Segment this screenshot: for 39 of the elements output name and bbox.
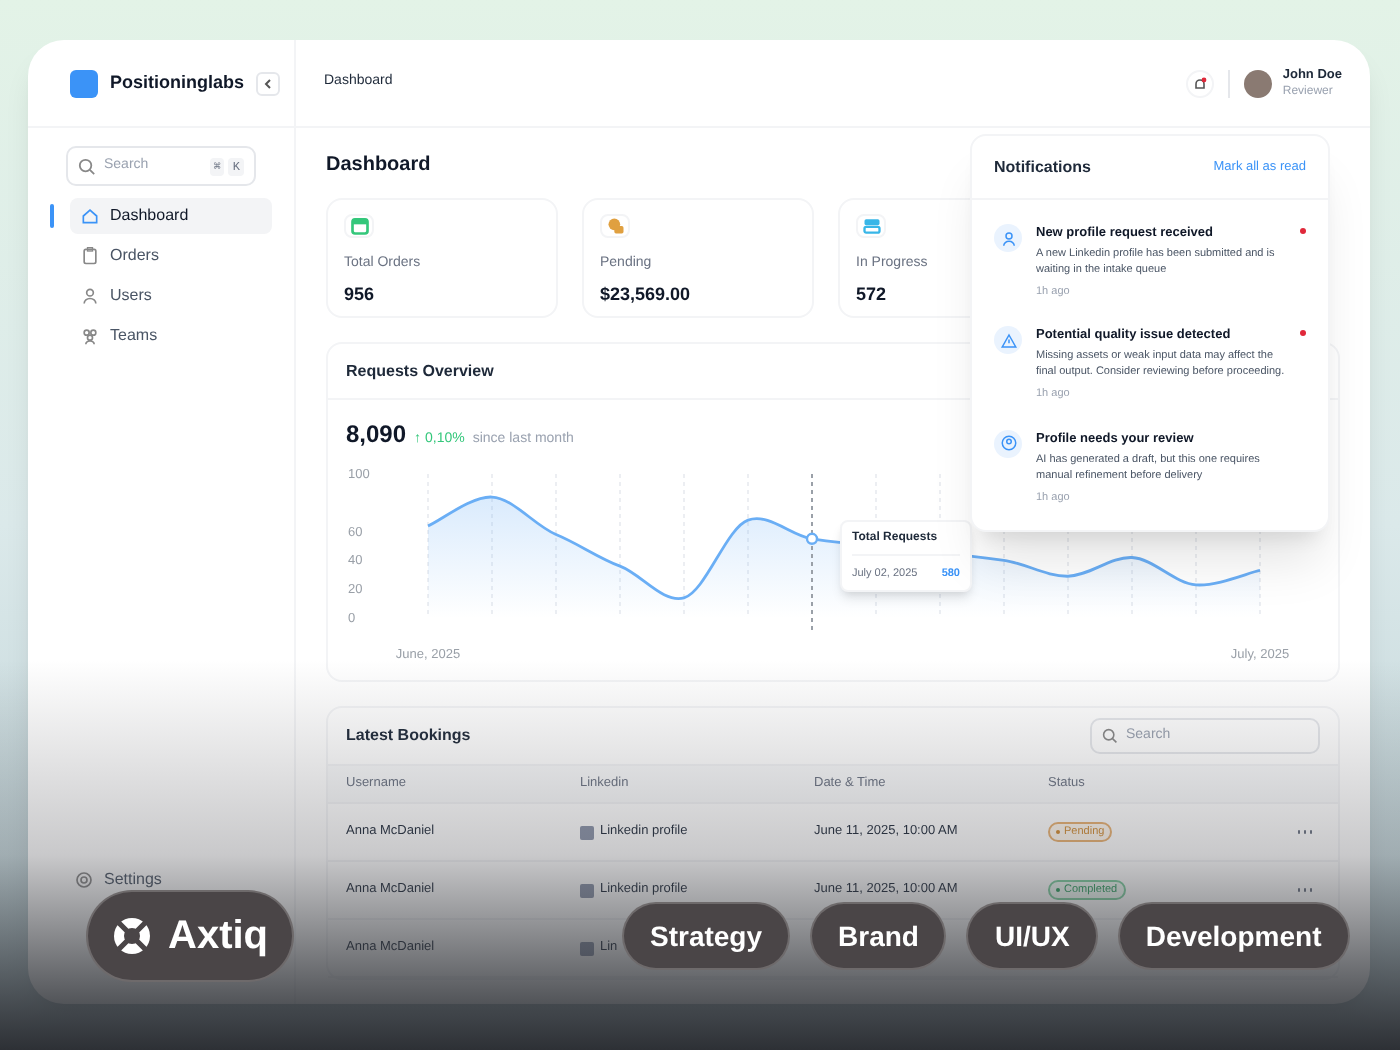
avatar[interactable]: [1244, 69, 1273, 97]
logo-icon: [70, 69, 98, 97]
brand-badge: Axtiq: [86, 890, 294, 982]
panel-title: Notifications: [994, 155, 1091, 179]
logo-icon: [112, 916, 152, 956]
linkedin-icon: [580, 941, 594, 955]
person-icon: [999, 229, 1017, 247]
notification-button[interactable]: [1186, 69, 1215, 97]
people-icon: [80, 326, 100, 346]
clipboard-icon: [80, 246, 100, 266]
nav-item[interactable]: Settings: [70, 868, 166, 892]
service-tag: Strategy: [622, 902, 791, 970]
nav-item[interactable]: Orders: [70, 238, 272, 274]
service-tag: Development: [1117, 902, 1350, 970]
nav-item[interactable]: Teams: [70, 318, 272, 354]
chevron-icon: [262, 77, 275, 89]
home-icon: [80, 206, 100, 226]
card-title: Latest Bookings: [346, 724, 471, 748]
nav-item[interactable]: Users: [70, 278, 272, 314]
search-icon: [1102, 728, 1118, 744]
nav-item[interactable]: Dashboard: [70, 198, 272, 234]
gear-icon: [74, 870, 94, 890]
card-title: Requests Overview: [346, 359, 494, 383]
collapse-button[interactable]: [256, 71, 281, 95]
warning-icon: [999, 331, 1017, 350]
brand-name: Positioninglabs: [110, 69, 245, 96]
bell-icon: [1192, 75, 1209, 91]
page-title: Dashboard: [326, 152, 431, 180]
service-tag: Brand: [810, 902, 947, 970]
stat-value: 956: [344, 281, 375, 307]
search-icon: [78, 157, 96, 175]
person-icon: [80, 286, 100, 306]
service-tag: UI/UX: [966, 902, 1098, 970]
linkedin-icon: [580, 883, 594, 897]
total-value: 8,090: [346, 418, 407, 452]
linkedin-icon: [580, 825, 594, 839]
person-icon: [999, 434, 1017, 452]
stat-value: $23,569.00: [600, 281, 691, 307]
stat-value: 572: [856, 281, 887, 307]
